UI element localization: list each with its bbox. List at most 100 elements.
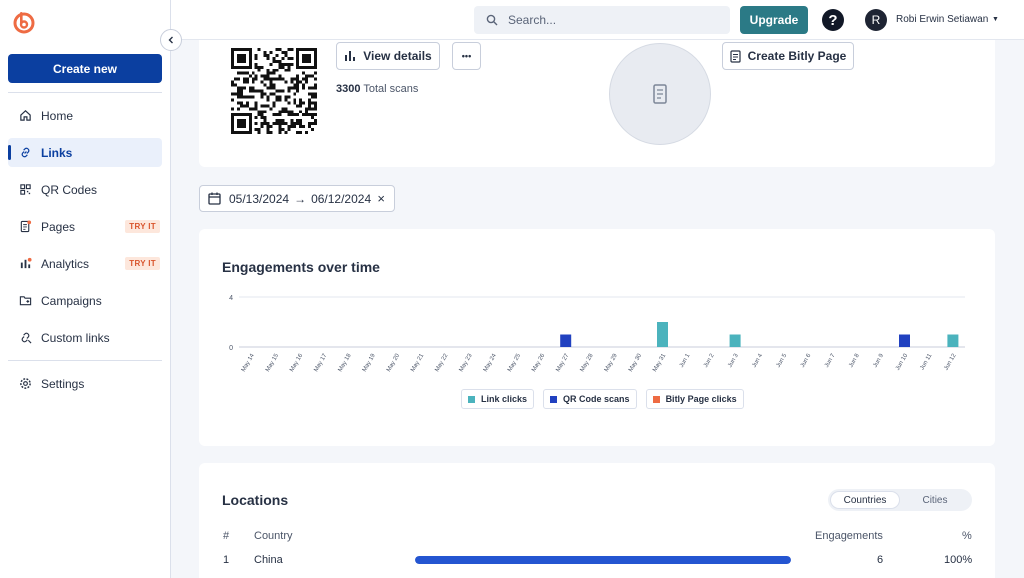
x-tick-label: Jun 9 (872, 352, 885, 368)
x-tick-label: May 25 (507, 352, 522, 373)
try-it-badge: TRY IT (125, 257, 160, 270)
sidebar-item-label: Campaigns (41, 293, 102, 308)
bar-qr-code-scans (560, 334, 572, 347)
try-it-badge: TRY IT (125, 220, 160, 233)
x-tick-label: Jun 10 (895, 352, 910, 371)
more-options-button[interactable]: ••• (452, 42, 481, 70)
sidebar-item-settings[interactable]: Settings (8, 369, 162, 398)
x-tick-label: Jun 1 (679, 352, 692, 368)
date-start: 05/13/2024 (229, 191, 290, 206)
bar-chart-icon (345, 51, 356, 61)
column-header-country[interactable]: Country (254, 530, 293, 542)
page-icon (18, 220, 32, 234)
x-tick-label: Jun 3 (727, 352, 740, 368)
engagements-chart: 0 4 May 14 May 15 May 16 May 17 May 18 May 19 Ma… (229, 295, 965, 373)
bitly-page-placeholder (609, 43, 711, 145)
locations-toggle: Countries Cities (828, 489, 972, 511)
create-bitly-page-button[interactable]: Create Bitly Page (722, 42, 854, 70)
sidebar-divider (8, 92, 162, 93)
analytics-icon (18, 257, 32, 271)
y-tick-label: 4 (229, 295, 233, 302)
search-icon (486, 14, 498, 26)
sidebar-item-custom-links[interactable]: Custom links (8, 323, 162, 352)
create-new-button[interactable]: Create new (8, 54, 162, 83)
help-icon[interactable]: ? (822, 9, 844, 31)
page-icon (730, 49, 741, 63)
bitly-logo[interactable] (12, 10, 36, 34)
collapse-sidebar-button[interactable] (160, 29, 182, 51)
view-details-label: View details (363, 49, 432, 63)
chevron-left-icon (168, 36, 173, 44)
gear-icon (18, 377, 32, 391)
x-tick-label: May 23 (459, 352, 474, 373)
sidebar-item-label: Custom links (41, 330, 110, 345)
sidebar: Create new Home Links QR Codes Pages TRY… (0, 0, 182, 578)
legend-label: QR Code scans (563, 394, 630, 404)
sidebar-item-analytics[interactable]: Analytics TRY IT (8, 249, 162, 278)
create-bitly-page-label: Create Bitly Page (747, 49, 847, 63)
sidebar-item-label: Pages (41, 219, 76, 234)
legend-label: Link clicks (481, 394, 528, 404)
date-range-picker[interactable]: 05/13/2024 → 06/12/2024 × (199, 185, 395, 212)
x-tick-label: May 22 (434, 352, 449, 373)
bar-qr-code-scans (899, 334, 910, 347)
qr-code-card: View details ••• 3300 Total scans Create… (199, 40, 995, 167)
total-scans-value: 3300 (336, 83, 361, 95)
legend-label: Bitly Page clicks (665, 394, 737, 404)
sidebar-item-pages[interactable]: Pages TRY IT (8, 212, 162, 241)
row-engagements: 6 (877, 554, 884, 566)
column-header-percent[interactable]: % (962, 530, 972, 542)
x-tick-label: May 21 (410, 352, 425, 373)
bar-link-clicks (657, 322, 668, 347)
sidebar-item-label: Home (41, 108, 74, 123)
x-tick-label: May 14 (241, 352, 256, 373)
sidebar-item-qr-codes[interactable]: QR Codes (8, 175, 162, 204)
x-tick-label: May 31 (652, 352, 667, 373)
x-tick-label: Jun 11 (919, 352, 933, 371)
tab-cities[interactable]: Cities (900, 491, 970, 509)
y-tick-label: 0 (229, 345, 233, 352)
row-share-fill (415, 556, 791, 564)
page-icon (653, 84, 667, 104)
avatar[interactable]: R (865, 9, 887, 31)
calendar-icon (208, 192, 221, 205)
x-tick-label: May 26 (531, 352, 546, 373)
custom-link-icon (18, 331, 32, 345)
x-tick-label: Jun 12 (943, 352, 958, 371)
x-tick-label: Jun 4 (751, 352, 764, 368)
legend-item-qr-code-scans[interactable]: QR Code scans (543, 389, 637, 409)
x-tick-label: May 24 (483, 352, 498, 373)
x-tick-label: May 17 (313, 352, 328, 373)
column-header-rank: # (223, 530, 230, 542)
legend-item-bitly-page-clicks[interactable]: Bitly Page clicks (645, 389, 744, 409)
search-input[interactable] (508, 13, 708, 27)
locations-title: Locations (222, 492, 289, 508)
legend-item-link-clicks[interactable]: Link clicks (461, 389, 535, 409)
total-scans-label: Total scans (363, 83, 419, 95)
x-tick-label: May 27 (555, 352, 570, 373)
engagements-card: Engagements over time 0 4 May 14 May 15 May … (199, 229, 995, 446)
more-dots-icon: ••• (461, 51, 472, 61)
row-country: China (254, 554, 283, 566)
sidebar-item-campaigns[interactable]: Campaigns (8, 286, 162, 315)
x-tick-label: May 20 (386, 352, 401, 373)
arrow-right-icon: → (294, 191, 307, 206)
upgrade-button[interactable]: Upgrade (740, 6, 808, 34)
search-box[interactable] (474, 6, 730, 34)
view-details-button[interactable]: View details (336, 42, 440, 70)
x-tick-label: May 15 (265, 352, 280, 373)
user-name[interactable]: Robi Erwin Setiawan (896, 14, 988, 25)
caret-down-icon[interactable]: ▼ (992, 16, 999, 23)
clear-date-icon[interactable]: × (377, 191, 385, 206)
sidebar-item-label: QR Codes (41, 182, 98, 197)
x-tick-label: May 16 (289, 352, 304, 373)
x-tick-label: Jun 5 (776, 352, 789, 368)
sidebar-item-home[interactable]: Home (8, 101, 162, 130)
legend-swatch (652, 395, 660, 403)
tab-countries[interactable]: Countries (830, 491, 900, 509)
sidebar-item-links[interactable]: Links (8, 138, 162, 167)
column-header-engagements[interactable]: Engagements (815, 530, 883, 542)
x-tick-label: May 19 (362, 352, 377, 373)
legend-swatch (550, 395, 558, 403)
bar-link-clicks (947, 334, 959, 347)
